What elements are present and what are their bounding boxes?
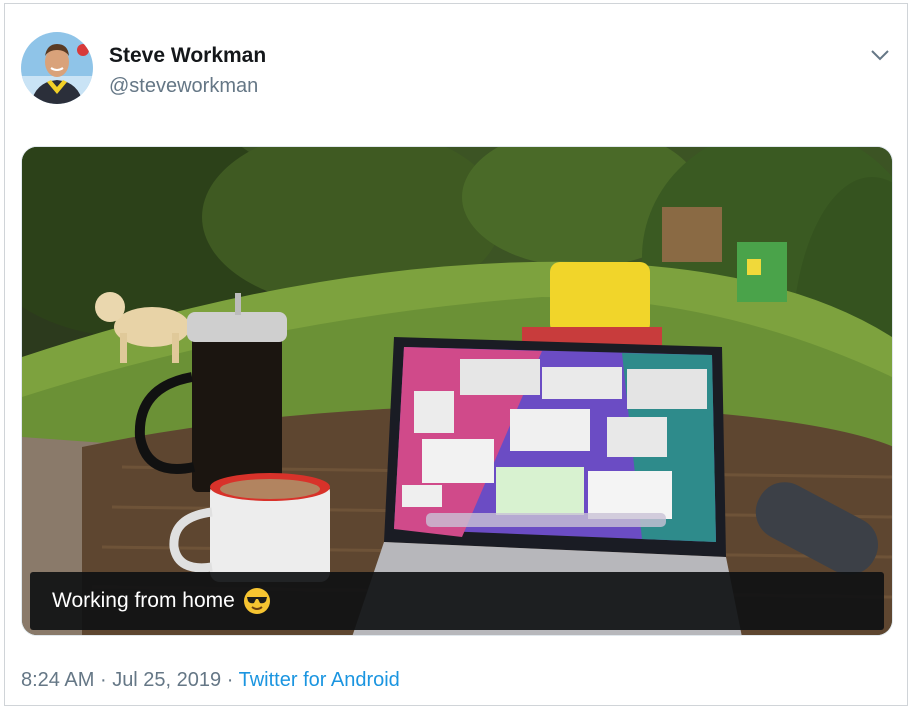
tweet-source-link[interactable]: Twitter for Android bbox=[239, 669, 400, 691]
chevron-down-icon[interactable] bbox=[867, 42, 893, 68]
author-handle[interactable]: @steveworkman bbox=[109, 75, 258, 98]
avatar[interactable] bbox=[21, 32, 93, 104]
tweet-card: Steve Workman @steveworkman Working from… bbox=[4, 3, 908, 706]
tweet-photo[interactable]: Working from home bbox=[21, 146, 893, 636]
tweet-meta: 8:24 AM · Jul 25, 2019 · Twitter for And… bbox=[21, 669, 400, 692]
garden-photo bbox=[22, 147, 892, 635]
tweet-date[interactable]: Jul 25, 2019 bbox=[112, 669, 221, 691]
meta-separator: · bbox=[226, 669, 234, 691]
photo-caption-bar: Working from home bbox=[30, 572, 884, 630]
tweet-time[interactable]: 8:24 AM bbox=[21, 669, 94, 691]
photo-caption: Working from home bbox=[52, 589, 235, 612]
author-name[interactable]: Steve Workman bbox=[109, 44, 266, 68]
meta-separator: · bbox=[99, 669, 107, 691]
sunglasses-emoji-icon bbox=[243, 587, 271, 615]
